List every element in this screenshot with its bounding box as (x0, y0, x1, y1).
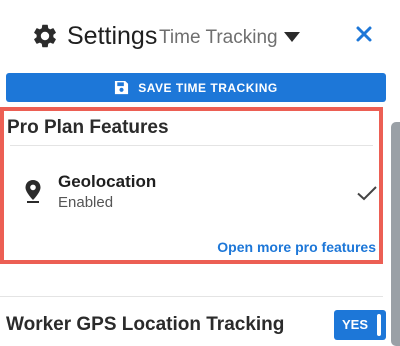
gps-tracking-toggle[interactable]: YES (334, 310, 386, 340)
floppy-disk-icon (115, 80, 129, 95)
page-title: Settings (67, 22, 158, 50)
location-pin-icon (25, 180, 41, 203)
pro-plan-features-section: Pro Plan Features Geolocation Enabled Op… (0, 107, 383, 264)
checkmark-icon (357, 186, 377, 201)
settings-section-name[interactable]: Time Tracking (159, 27, 278, 49)
feature-status: Enabled (58, 194, 114, 211)
save-time-tracking-button[interactable]: SAVE TIME TRACKING (6, 73, 386, 102)
divider (10, 145, 373, 146)
gps-tracking-label: Worker GPS Location Tracking (6, 314, 285, 335)
scrollbar[interactable] (391, 122, 400, 346)
open-more-pro-features-link[interactable]: Open more pro features (217, 239, 376, 255)
close-icon[interactable] (350, 20, 378, 48)
toggle-knob (377, 314, 381, 336)
toggle-label: YES (342, 317, 369, 332)
gear-icon (34, 24, 56, 48)
divider (0, 296, 383, 297)
section-title: Pro Plan Features (7, 117, 169, 138)
save-button-label: SAVE TIME TRACKING (138, 80, 278, 95)
caret-down-icon[interactable] (282, 30, 302, 44)
feature-name: Geolocation (58, 172, 157, 191)
settings-header: Settings Time Tracking (0, 0, 400, 72)
